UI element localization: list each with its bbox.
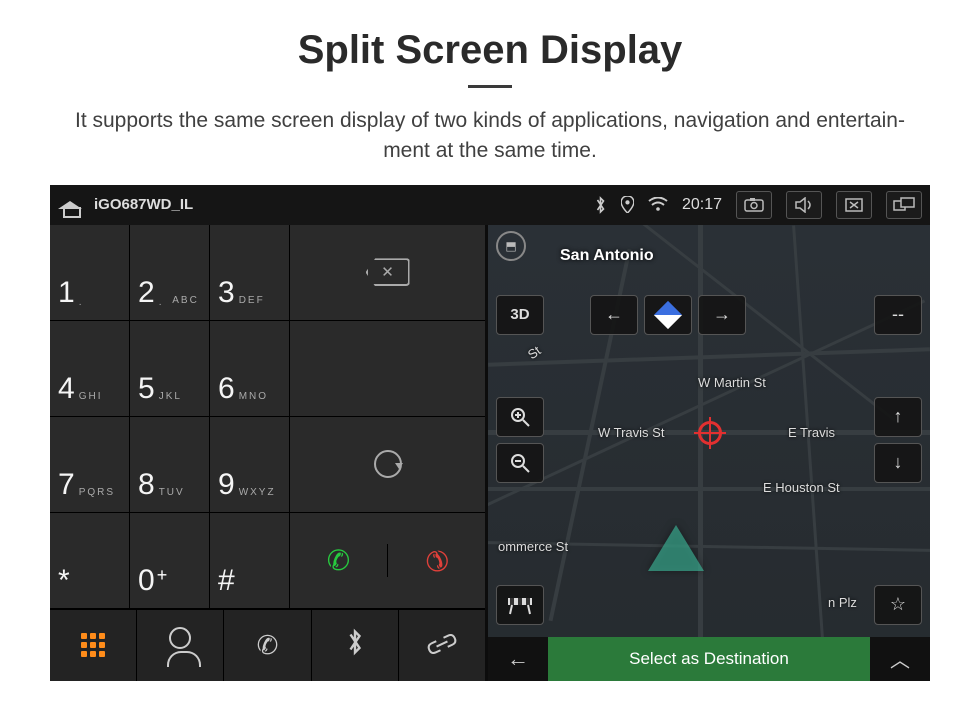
apps-icon <box>81 633 105 657</box>
key-8[interactable]: 8TUV <box>130 417 210 513</box>
north-icon <box>654 301 682 329</box>
map-city-label: San Antonio <box>560 247 654 265</box>
pan-down-button[interactable]: ↓ <box>874 443 922 483</box>
keypad: 1. ∞ 2. ABC 3DEF ✕ 4GHI 5JKL 6MNO 7PQRS … <box>50 225 485 609</box>
recents-button[interactable] <box>886 191 922 219</box>
clock: 20:17 <box>682 196 722 214</box>
street-travis: W Travis St <box>598 425 664 440</box>
close-box-button[interactable] <box>836 191 872 219</box>
redial-button[interactable] <box>290 417 485 513</box>
title-underline <box>468 85 512 88</box>
status-left: iGO687WD_IL <box>58 194 193 216</box>
location-icon <box>621 196 634 213</box>
zoom-in-button[interactable] <box>496 397 544 437</box>
page-subtitle: It supports the same screen display of t… <box>55 106 925 167</box>
street-plz: n Plz <box>828 595 857 610</box>
key-7[interactable]: 7PQRS <box>50 417 130 513</box>
keypad-spacer-1 <box>290 321 485 417</box>
home-icon[interactable] <box>58 194 82 216</box>
street-houston: E Houston St <box>763 480 840 495</box>
favorite-button[interactable]: ☆ <box>874 585 922 625</box>
tab-bluetooth[interactable] <box>312 610 399 681</box>
device-screen: iGO687WD_IL 20:17 <box>50 185 930 681</box>
page: Split Screen Display It supports the sam… <box>0 0 980 716</box>
subtitle-line-1: It supports the same screen display of t… <box>75 109 905 132</box>
key-4[interactable]: 4GHI <box>50 321 130 417</box>
volume-button[interactable] <box>786 191 822 219</box>
map-back-button[interactable]: ← <box>488 637 548 681</box>
bluetooth-icon <box>594 196 607 214</box>
status-right: 20:17 <box>594 191 922 219</box>
map-north-button[interactable] <box>644 295 692 335</box>
status-bar: iGO687WD_IL 20:17 <box>50 185 930 225</box>
backspace-button[interactable]: ✕ <box>290 225 485 321</box>
cycle-icon <box>374 450 402 478</box>
zoom-out-button[interactable] <box>496 443 544 483</box>
map-expand-button[interactable]: ︿ <box>870 637 930 681</box>
phone-call-icon: ✆ <box>327 544 350 577</box>
bluetooth-tab-icon <box>346 628 364 663</box>
hangup-button[interactable]: ✆ <box>388 544 485 577</box>
key-star[interactable]: * <box>50 513 130 609</box>
page-title: Split Screen Display <box>298 28 683 73</box>
dialer-tabbar: ✆ <box>50 609 485 681</box>
map-bottom-bar: ← Select as Destination ︿ <box>488 637 930 681</box>
tab-phone[interactable]: ✆ <box>224 610 311 681</box>
street-commerce: ommerce St <box>498 539 568 554</box>
key-9[interactable]: 9WXYZ <box>210 417 290 513</box>
map-collapse-button[interactable]: -- <box>874 295 922 335</box>
camera-button[interactable] <box>736 191 772 219</box>
pan-up-button[interactable]: ↑ <box>874 397 922 437</box>
key-3[interactable]: 3DEF <box>210 225 290 321</box>
key-5[interactable]: 5JKL <box>130 321 210 417</box>
tab-contacts[interactable] <box>137 610 224 681</box>
tab-link[interactable] <box>399 610 485 681</box>
key-0[interactable]: 0+ <box>130 513 210 609</box>
link-icon <box>427 630 457 661</box>
wifi-icon <box>648 197 668 212</box>
destination-marker <box>698 421 726 449</box>
map-nav-back-button[interactable]: ← <box>590 295 638 335</box>
key-1[interactable]: 1. ∞ <box>50 225 130 321</box>
call-row: ✆ ✆ <box>290 513 485 609</box>
key-2[interactable]: 2. ABC <box>130 225 210 321</box>
call-button[interactable]: ✆ <box>290 544 388 577</box>
road-block-button[interactable] <box>496 585 544 625</box>
phone-icon: ✆ <box>257 630 279 661</box>
street-martin: W Martin St <box>698 375 766 390</box>
split-container: 1. ∞ 2. ABC 3DEF ✕ 4GHI 5JKL 6MNO 7PQRS … <box>50 225 930 681</box>
subtitle-line-2: ment at the same time. <box>383 139 597 162</box>
phone-hangup-icon: ✆ <box>425 544 448 577</box>
map-pane[interactable]: ⬒ San Antonio St W Martin St W Travis St… <box>488 225 930 681</box>
key-6[interactable]: 6MNO <box>210 321 290 417</box>
select-destination-button[interactable]: Select as Destination <box>548 637 870 681</box>
vehicle-icon <box>648 525 704 571</box>
app-name: iGO687WD_IL <box>94 196 193 213</box>
backspace-icon: ✕ <box>366 258 410 286</box>
compass-icon[interactable]: ⬒ <box>496 231 526 261</box>
key-hash[interactable]: # <box>210 513 290 609</box>
user-icon <box>169 627 191 649</box>
map-background <box>488 225 930 681</box>
tab-apps[interactable] <box>50 610 137 681</box>
street-travis-e: E Travis <box>788 425 835 440</box>
map-nav-forward-button[interactable]: → <box>698 295 746 335</box>
map-3d-button[interactable]: 3D <box>496 295 544 335</box>
dialer-pane: 1. ∞ 2. ABC 3DEF ✕ 4GHI 5JKL 6MNO 7PQRS … <box>50 225 488 681</box>
